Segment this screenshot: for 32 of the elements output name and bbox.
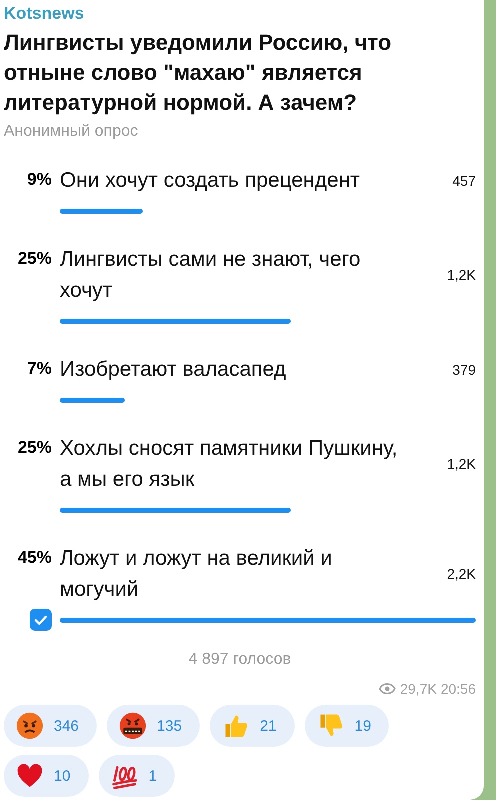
reaction-button[interactable]: 21 xyxy=(210,705,295,747)
channel-name[interactable]: Kotsnews xyxy=(4,2,84,26)
option-text: Они хочут создать прецендент xyxy=(60,168,362,194)
vote-count: 4 897 голосов xyxy=(188,651,292,669)
heart-icon xyxy=(16,762,44,790)
option-votes: 379 xyxy=(452,362,476,378)
post-time: 20:56 xyxy=(440,681,476,697)
option-percent: 7% xyxy=(26,358,52,380)
option-text: Изобретают валасапед xyxy=(60,357,288,383)
option-percent: 9% xyxy=(26,169,52,191)
angry-face-icon xyxy=(16,712,44,740)
result-bar xyxy=(60,398,125,402)
option-percent: 45% xyxy=(16,547,52,569)
option-percent: 25% xyxy=(16,248,52,270)
option-text: Хохлы сносят памятники Пушкину, а мы его язык xyxy=(60,436,399,493)
option-votes: 2,2K xyxy=(446,566,476,582)
poll-type: Анонимный опрос xyxy=(4,123,138,141)
option-text: Ложут и ложут на великий и могучий xyxy=(60,546,334,603)
reaction-button[interactable]: 346 xyxy=(4,705,98,747)
reaction-button[interactable]: 10 xyxy=(4,755,89,797)
option-votes: 1,2K xyxy=(446,456,476,472)
reaction-button[interactable]: 19 xyxy=(304,705,390,747)
option-percent: 25% xyxy=(16,437,52,459)
eye-icon xyxy=(379,683,396,695)
view-count: 29,7K xyxy=(400,681,437,697)
reaction-button[interactable]: 135 xyxy=(107,705,200,747)
option-votes: 1,2K xyxy=(446,267,476,283)
option-votes: 457 xyxy=(452,172,476,188)
cursing-face-icon xyxy=(119,712,148,740)
reaction-button[interactable]: 1 xyxy=(98,755,176,797)
poll-question: Лингвисты уведомили Россию, что отныне слово "махаю" является литературной нормой. А зачем? xyxy=(4,29,393,117)
option-text: Лингвисты сами не знают, чего хочут xyxy=(60,247,362,304)
